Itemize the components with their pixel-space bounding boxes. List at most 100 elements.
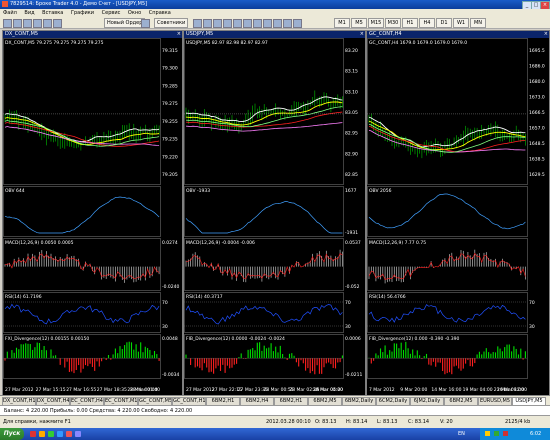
price-label: 79.315 <box>162 48 178 54</box>
obv-scale: -1931 <box>345 230 358 236</box>
obv-scale: 1677 <box>345 188 357 194</box>
tf-m5[interactable]: M5 <box>351 18 367 28</box>
chart-header-text: GC_CONT,H4 1679.0 1679.0 1679.0 1679.0 <box>369 40 467 46</box>
menu-window[interactable]: Окно <box>128 10 141 16</box>
opera-icon[interactable] <box>66 431 72 437</box>
tf-h4[interactable]: H4 <box>419 18 435 28</box>
autoscroll-icon[interactable] <box>253 19 262 28</box>
messenger-icon[interactable] <box>48 431 54 437</box>
tf-m30[interactable]: M30 <box>385 18 401 28</box>
rsi-label: RSI(14) 56.4766 <box>369 294 406 300</box>
line-chart-icon[interactable] <box>213 19 222 28</box>
chart-canvas[interactable]: USDJPY,M5 82.97 82.98 82.97 82.97 83.20 83… <box>184 38 365 395</box>
price-label: 83.10 <box>345 89 358 95</box>
menu-tools[interactable]: Сервис <box>102 10 121 16</box>
obv-label: OBV 2056 <box>369 188 392 194</box>
language-indicator[interactable]: EN <box>458 428 465 440</box>
menu-insert[interactable]: Вставка <box>42 10 63 16</box>
browser-icon[interactable] <box>30 431 36 437</box>
system-tray: EN 6:02 <box>458 428 550 440</box>
indicators-icon[interactable] <box>273 19 282 28</box>
chart-header-text: USDJPY,M5 82.97 82.98 82.97 82.97 <box>186 40 268 46</box>
chart-window-dx[interactable]: DX_CONT,M5 × DX_CONT,M5 79.275 79.275 79.… <box>2 30 183 396</box>
chart-close-icon[interactable]: × <box>177 31 181 38</box>
rsi-label: RSI(14) 61.7196 <box>5 294 42 300</box>
chart-canvas[interactable]: DX_CONT,M5 79.275 79.275 79.275 79.275 79… <box>3 38 182 395</box>
time-label: 19 Mar 04:00 <box>463 387 493 393</box>
zoom-out-icon[interactable] <box>233 19 242 28</box>
price-label: 83.15 <box>345 69 358 75</box>
status-hint: Для справки, нажмите F1 <box>3 419 71 425</box>
price-label: 1629.5 <box>529 172 545 178</box>
chart-close-icon[interactable]: × <box>360 31 364 38</box>
fib-scale: -0.0034 <box>162 372 180 378</box>
chart-caption-text: GC_CONT,H4 <box>369 31 402 37</box>
market-watch-icon[interactable] <box>23 19 32 28</box>
menu-help[interactable]: Справка <box>149 10 171 16</box>
rsi-label: RSI(14) 40.3717 <box>186 294 223 300</box>
explorer-icon[interactable] <box>39 431 45 437</box>
price-label: 1657.0 <box>529 126 545 132</box>
price-label: 82.90 <box>345 151 358 157</box>
tf-mn[interactable]: MN <box>470 18 486 28</box>
rsi-level-label: 30 <box>162 324 168 330</box>
meta-editor-icon[interactable] <box>141 19 150 28</box>
templates-icon[interactable] <box>293 19 302 28</box>
status-high: H: 83.14 <box>346 419 368 425</box>
chart-shift-icon[interactable] <box>263 19 272 28</box>
new-chart-icon[interactable] <box>3 19 12 28</box>
time-label: 27 Mar 18:35 <box>97 387 127 393</box>
price-label: 79.285 <box>162 83 178 89</box>
pane-frame <box>367 38 528 185</box>
price-label: 79.220 <box>162 154 178 160</box>
rsi-line <box>368 304 526 323</box>
menu-file[interactable]: Файл <box>3 10 17 16</box>
bar-chart-icon[interactable] <box>193 19 202 28</box>
periods-icon[interactable] <box>283 19 292 28</box>
tray-icon[interactable] <box>494 431 499 436</box>
strategy-tester-icon[interactable] <box>53 19 62 28</box>
experts-button[interactable]: Советники <box>154 18 189 28</box>
terminal-icon[interactable] <box>43 19 52 28</box>
fib-scale: 0.0048 <box>162 336 178 342</box>
tf-m15[interactable]: M15 <box>368 18 384 28</box>
zoom-in-icon[interactable] <box>223 19 232 28</box>
chart-window-usdjpy[interactable]: USDJPY,M5 × USDJPY,M5 82.97 82.98 82.97 8… <box>183 30 366 396</box>
status-open: O: 83.13 <box>315 419 337 425</box>
tile-windows-icon[interactable] <box>243 19 252 28</box>
tf-h1[interactable]: H1 <box>402 18 418 28</box>
price-label: 83.20 <box>345 48 358 54</box>
start-button[interactable]: Пуск <box>0 428 24 440</box>
tf-w1[interactable]: W1 <box>453 18 469 28</box>
candles-icon[interactable] <box>203 19 212 28</box>
chart-caption[interactable]: USDJPY,M5 × <box>184 31 365 38</box>
app-icon <box>2 1 8 7</box>
status-close: C: 83.14 <box>408 419 430 425</box>
chart-caption[interactable]: DX_CONT,M5 × <box>3 31 182 38</box>
navigator-icon[interactable] <box>33 19 42 28</box>
status-traffic: 2125/4 kb <box>505 419 531 425</box>
menu-charts[interactable]: Графики <box>71 10 94 16</box>
chart-close-icon[interactable]: × <box>544 31 548 38</box>
chart-header-text: DX_CONT,M5 79.275 79.275 79.275 79.275 <box>5 40 104 46</box>
tf-d1[interactable]: D1 <box>436 18 452 28</box>
chart-window-gc[interactable]: GC_CONT,H4 × GC_CONT,H4 1679.0 1679.0 167… <box>366 30 550 396</box>
menu-view[interactable]: Вид <box>24 10 34 16</box>
ie-icon[interactable] <box>57 431 63 437</box>
tf-m1[interactable]: M1 <box>334 18 350 28</box>
time-label: 14 Mar 16:00 <box>431 387 461 393</box>
app-icon[interactable] <box>75 431 81 437</box>
time-label: 7 Mar 2012 <box>369 387 395 393</box>
chart-canvas[interactable]: GC_CONT,H4 1679.0 1679.0 1679.0 1679.0 16… <box>367 38 549 395</box>
status-bar: Для справки, нажмите F1 2012.03.28 00:10… <box>0 415 550 429</box>
macd-label: MACD(12,26,9) 0.0050 0.0005 <box>5 240 74 246</box>
pane-frame <box>3 238 161 291</box>
tray-icon[interactable] <box>503 431 508 436</box>
new-order-button[interactable]: Новый Ордер <box>104 18 146 28</box>
price-label: 82.95 <box>345 131 358 137</box>
tray-icon[interactable] <box>485 431 490 436</box>
fib-label: FIB_Divergence(12) 0.0000 -0.0024 -0.002… <box>186 336 285 342</box>
profiles-icon[interactable] <box>13 19 22 28</box>
price-label: 1686.0 <box>529 64 545 70</box>
chart-caption[interactable]: GC_CONT,H4 × <box>367 31 549 38</box>
